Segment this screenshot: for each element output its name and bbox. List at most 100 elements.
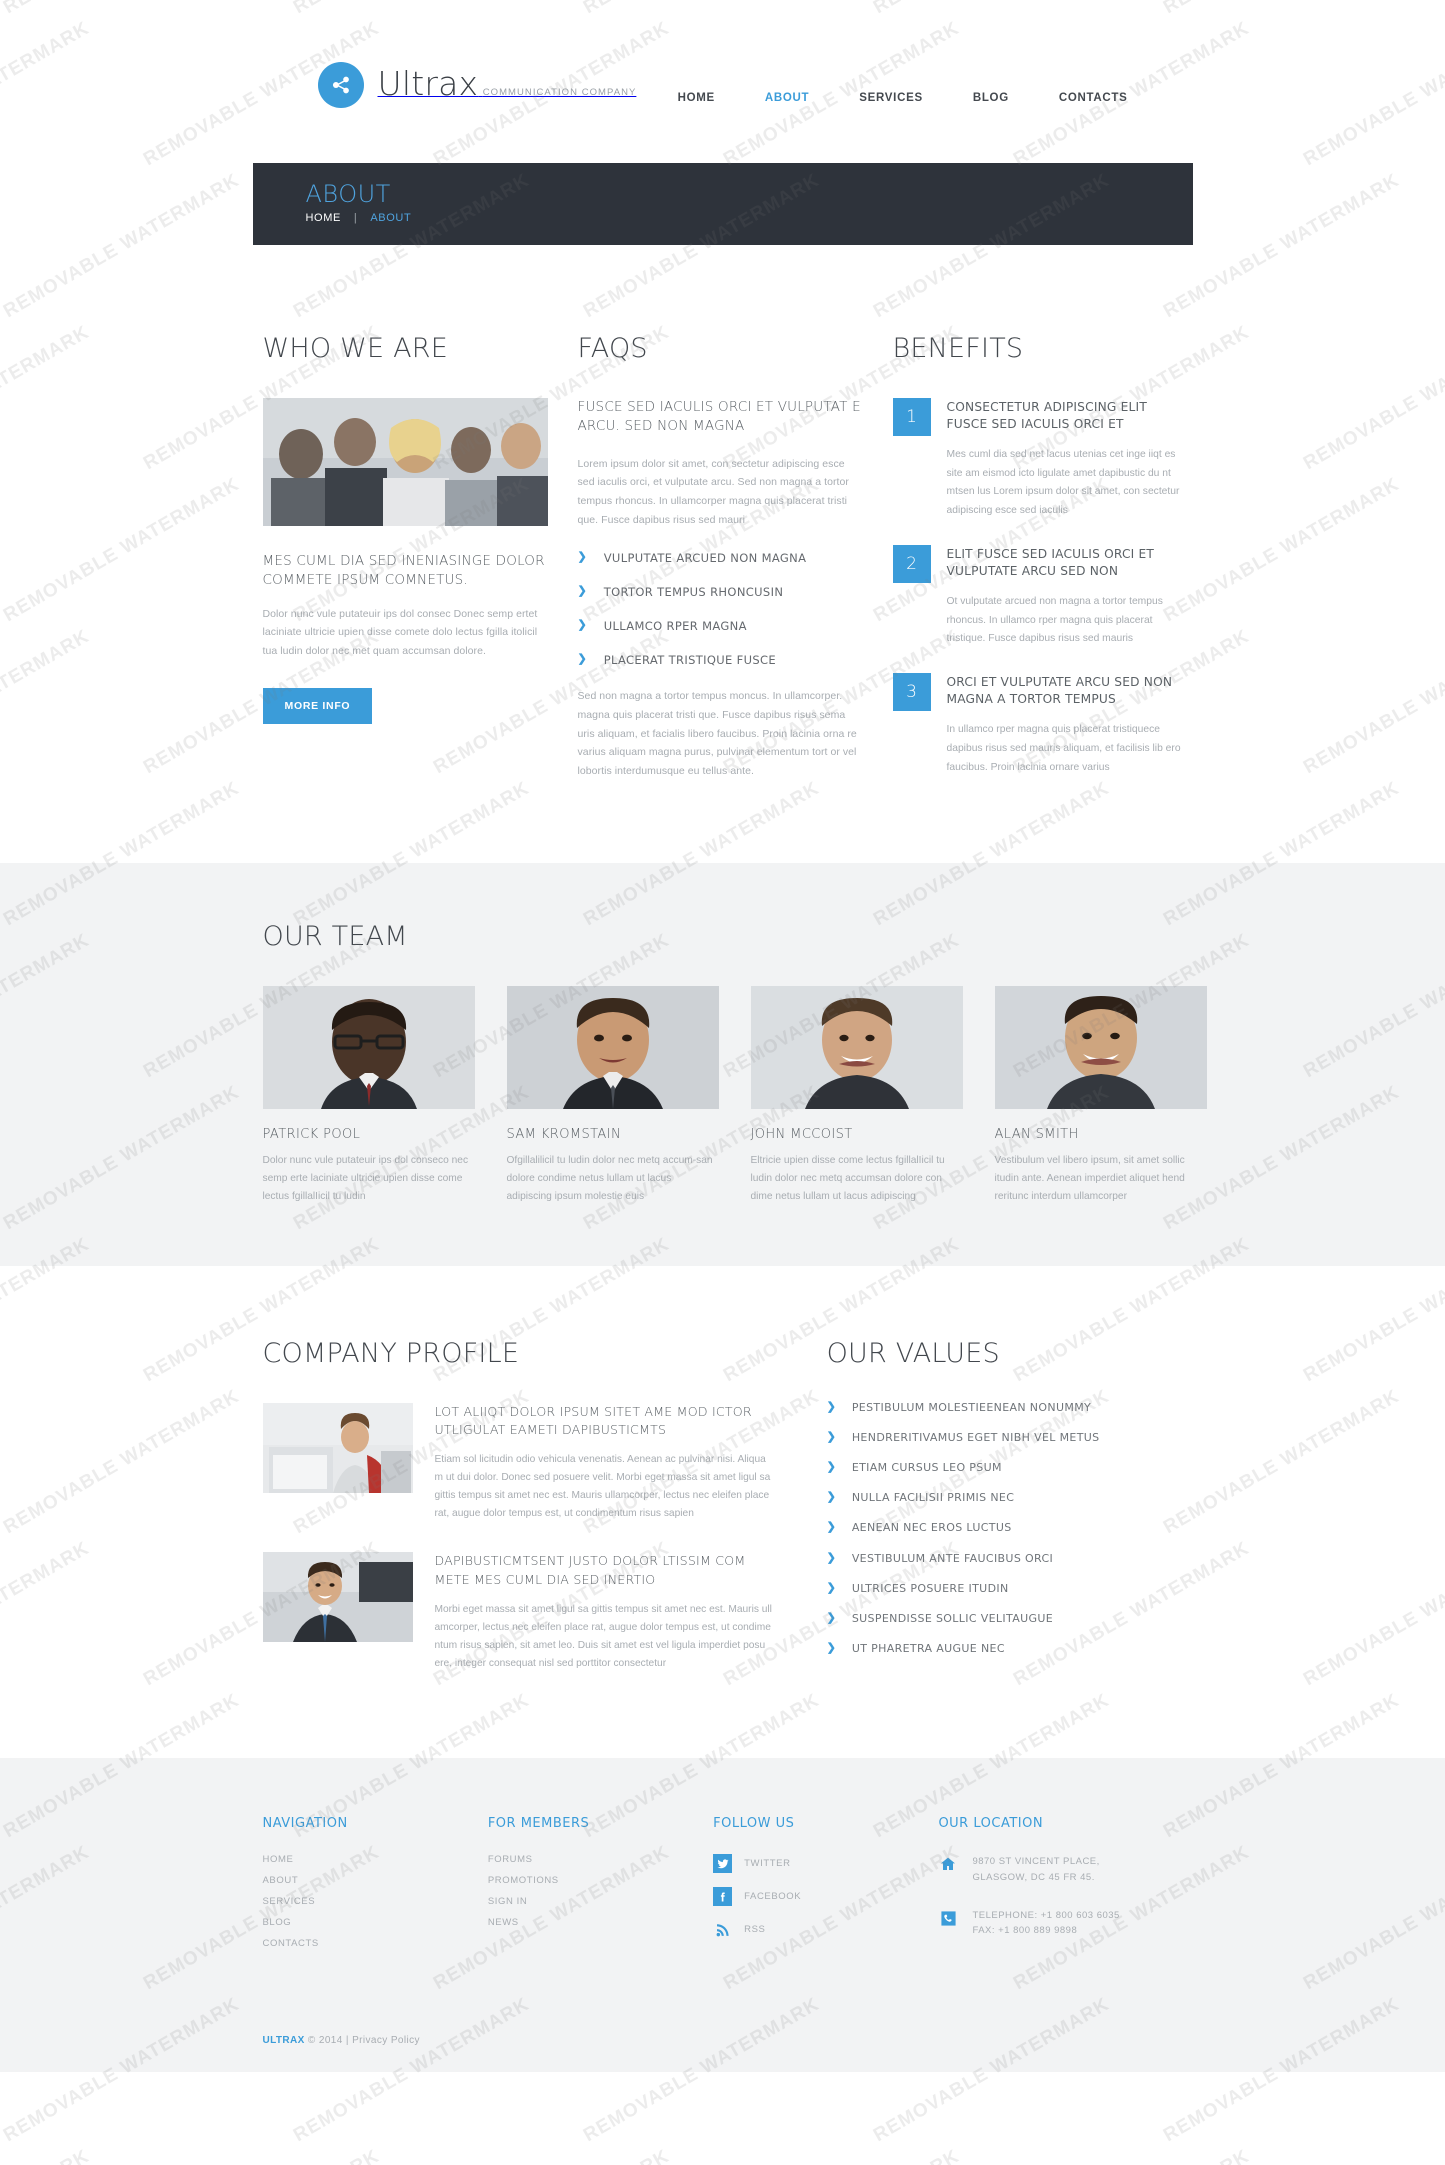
value-list-item[interactable]: ❯ ETIAM CURSUS LEO PSUM xyxy=(827,1461,1183,1474)
avatar xyxy=(750,986,963,1110)
team-member-bio: Ofgillalilicil tu ludin dolor nec metq a… xyxy=(506,1155,713,1202)
faq-list-item[interactable]: ❯ VULPUTATE ARCUED NON MAGNA xyxy=(578,551,863,565)
chevron-right-icon: ❯ xyxy=(826,1611,836,1624)
more-info-button[interactable]: MORE INFO xyxy=(262,687,373,724)
footer-link-blog[interactable]: BLOG xyxy=(263,1917,488,1928)
footer-link-contacts[interactable]: CONTACTS xyxy=(263,1938,488,1949)
phone-line-1: TELEPHONE: +1 800 603 6035 xyxy=(972,1909,1120,1921)
faq-list-item[interactable]: ❯ PLACERAT TRISTIQUE FUSCE xyxy=(578,653,863,667)
faqs-body-top: Lorem ipsum dolor sit amet, con sectetur… xyxy=(577,457,849,526)
footer-location-heading: OUR LOCATION xyxy=(938,1816,1044,1832)
faq-list-item[interactable]: ❯ ULLAMCO RPER MAGNA xyxy=(578,619,863,633)
value-label: PESTIBULUM MOLESTIEENEAN NONUMMY xyxy=(851,1400,1092,1414)
chevron-right-icon: ❯ xyxy=(826,1551,836,1564)
nav-item-blog[interactable]: BLOG xyxy=(973,92,1009,104)
value-list-item[interactable]: ❯ NULLA FACILISII PRIMIS NEC xyxy=(827,1491,1183,1504)
team-member-name: JOHN MCCOIST xyxy=(750,1127,853,1143)
benefit-body: Ot vulputate arcued non magna a tortor t… xyxy=(946,595,1163,645)
profile-title: DAPIBUSTICMTSENT JUSTO DOLOR LTISSIM COM… xyxy=(434,1553,746,1587)
nav-item-services[interactable]: SERVICES xyxy=(859,92,923,104)
social-link-facebook[interactable]: FACEBOOK xyxy=(713,1887,938,1907)
team-card: ALAN SMITH Vestibulum vel libero ipsum, … xyxy=(994,986,1207,1205)
who-we-are-column: WHO WE ARE MES CUML DIA SED INENIASINGE … xyxy=(248,333,563,801)
company-profile-column: COMPANY PROFILE LOT ALIIQT DOLOR IPSUM S… xyxy=(262,1338,777,1703)
profile-body: Morbi eget massa sit amet ligul sa gitti… xyxy=(434,1603,772,1669)
faq-item-label: PLACERAT TRISTIQUE FUSCE xyxy=(603,653,777,668)
breadcrumb-home[interactable]: HOME xyxy=(306,212,341,224)
watermark-text: REMOVABLE WATERMARK xyxy=(1300,321,1445,475)
team-card: JOHN MCCOIST Eltricie upien disse come l… xyxy=(750,986,963,1205)
our-values-heading: OUR VALUES xyxy=(826,1337,1000,1369)
intro-columns: WHO WE ARE MES CUML DIA SED INENIASINGE … xyxy=(248,245,1198,863)
benefits-column: BENEFITS 1 CONSECTETUR ADIPISCING ELIT F… xyxy=(878,333,1198,801)
faq-list-item[interactable]: ❯ TORTOR TEMPUS RHONCUSIN xyxy=(578,585,863,599)
profile-body: Etiam sol licitudin odio vehicula venena… xyxy=(434,1454,771,1519)
nav-item-home[interactable]: HOME xyxy=(678,92,715,104)
social-link-rss[interactable]: RSS xyxy=(713,1920,938,1939)
footer-location-column: OUR LOCATION 9870 ST VINCENT PLACE, GLAS… xyxy=(938,1816,1182,1961)
chevron-right-icon: ❯ xyxy=(826,1642,836,1655)
footer-link-signin[interactable]: SIGN IN xyxy=(488,1896,713,1907)
page-root: Ultrax COMMUNICATION COMPANY HOME ABOUT … xyxy=(0,0,1445,2165)
phone-row: TELEPHONE: +1 800 603 6035 FAX: +1 800 8… xyxy=(938,1908,1182,1939)
benefit-item: 2 ELIT FUSCE SED IACULIS ORCI ET VULPUTA… xyxy=(892,544,1183,649)
team-card: PATRICK POOL Dolor nunc vule putateuir i… xyxy=(262,986,475,1205)
footer-link-home[interactable]: HOME xyxy=(263,1854,488,1865)
social-link-twitter[interactable]: TWITTER xyxy=(713,1854,938,1874)
logo[interactable]: Ultrax COMMUNICATION COMPANY xyxy=(317,62,637,108)
businessman-photo xyxy=(262,1552,413,1643)
benefit-title: ORCI ET VULPUTATE ARCU SED NON MAGNA A T… xyxy=(946,675,1173,707)
footer-link-forums[interactable]: FORUMS xyxy=(488,1854,713,1865)
value-list-item[interactable]: ❯ ULTRICES POSUERE ITUDIN xyxy=(827,1582,1183,1595)
footer-members-column: FOR MEMBERS FORUMS PROMOTIONS SIGN IN NE… xyxy=(488,1816,713,1961)
profile-row: DAPIBUSTICMTSENT JUSTO DOLOR LTISSIM COM… xyxy=(262,1552,777,1672)
our-values-column: OUR VALUES ❯ PESTIBULUM MOLESTIEENEAN NO… xyxy=(827,1338,1183,1703)
watermark-text: REMOVABLE WATERMARK xyxy=(430,2146,673,2165)
watermark-text: REMOVABLE WATERMARK xyxy=(1300,2146,1445,2165)
value-list-item[interactable]: ❯ VESTIBULUM ANTE FAUCIBUS ORCI xyxy=(827,1552,1183,1565)
chevron-right-icon: ❯ xyxy=(577,551,587,564)
footer-link-about[interactable]: ABOUT xyxy=(263,1875,488,1886)
team-member-name: ALAN SMITH xyxy=(994,1127,1079,1143)
main-navigation[interactable]: HOME ABOUT SERVICES BLOG CONTACTS xyxy=(678,92,1128,104)
value-list-item[interactable]: ❯ SUSPENDISSE SOLLIC VELITAUGUE xyxy=(827,1612,1183,1625)
value-list-item[interactable]: ❯ PESTIBULUM MOLESTIEENEAN NONUMMY xyxy=(827,1401,1183,1414)
watermark-text: REMOVABLE WATERMARK xyxy=(1300,1537,1445,1691)
profile-values-section: COMPANY PROFILE LOT ALIIQT DOLOR IPSUM S… xyxy=(248,1266,1198,1759)
watermark-text: REMOVABLE WATERMARK xyxy=(720,2146,963,2165)
faqs-subheading: FUSCE SED IACULIS ORCI ET VULPUTAT E ARC… xyxy=(577,399,861,435)
copyright-text: © 2014 | xyxy=(307,2035,349,2047)
nav-item-contacts[interactable]: CONTACTS xyxy=(1059,92,1128,104)
footer-link-news[interactable]: NEWS xyxy=(488,1917,713,1928)
footer-link-services[interactable]: SERVICES xyxy=(263,1896,488,1907)
value-list-item[interactable]: ❯ HENDRERITIVAMUS EGET NIBH VEL METUS xyxy=(827,1431,1183,1444)
faq-item-label: VULPUTATE ARCUED NON MAGNA xyxy=(603,551,807,566)
watermark-text: REMOVABLE WATERMARK xyxy=(1300,625,1445,779)
nav-item-about[interactable]: ABOUT xyxy=(765,92,809,104)
benefit-number: 2 xyxy=(892,544,931,583)
social-label-twitter: TWITTER xyxy=(744,1858,791,1870)
privacy-policy-link[interactable]: Privacy Policy xyxy=(352,2035,420,2046)
value-label: UT PHARETRA AUGUE NEC xyxy=(851,1642,1005,1656)
team-card: SAM KROMSTAIN Ofgillalilicil tu ludin do… xyxy=(506,986,719,1205)
value-label: NULLA FACILISII PRIMIS NEC xyxy=(851,1491,1015,1505)
profile-title: LOT ALIIQT DOLOR IPSUM SITET AME MOD ICT… xyxy=(434,1403,752,1437)
page-title: ABOUT xyxy=(305,180,391,208)
benefit-item: 3 ORCI ET VULPUTATE ARCU SED NON MAGNA A… xyxy=(892,673,1183,777)
faqs-heading: FAQS xyxy=(577,333,648,364)
team-member-name: PATRICK POOL xyxy=(262,1127,361,1143)
avatar xyxy=(994,986,1207,1110)
benefit-title: CONSECTETUR ADIPISCING ELIT FUSCE SED IA… xyxy=(946,400,1147,432)
who-we-are-heading: WHO WE ARE xyxy=(262,333,448,364)
chevron-right-icon: ❯ xyxy=(826,1521,836,1534)
benefit-title: ELIT FUSCE SED IACULIS ORCI ET VULPUTATE… xyxy=(946,546,1155,579)
chevron-right-icon: ❯ xyxy=(826,1460,836,1473)
chevron-right-icon: ❯ xyxy=(826,1400,836,1413)
faqs-column: FAQS FUSCE SED IACULIS ORCI ET VULPUTAT … xyxy=(563,333,878,801)
benefit-body: Mes cuml dia sed net lacus utenias cet i… xyxy=(946,449,1180,517)
footer-link-promotions[interactable]: PROMOTIONS xyxy=(488,1875,713,1886)
team-grid: PATRICK POOL Dolor nunc vule putateuir i… xyxy=(262,986,1207,1205)
value-list-item[interactable]: ❯ AENEAN NEC EROS LUCTUS xyxy=(827,1521,1183,1534)
benefit-number: 1 xyxy=(892,398,931,436)
value-list-item[interactable]: ❯ UT PHARETRA AUGUE NEC xyxy=(827,1642,1183,1655)
